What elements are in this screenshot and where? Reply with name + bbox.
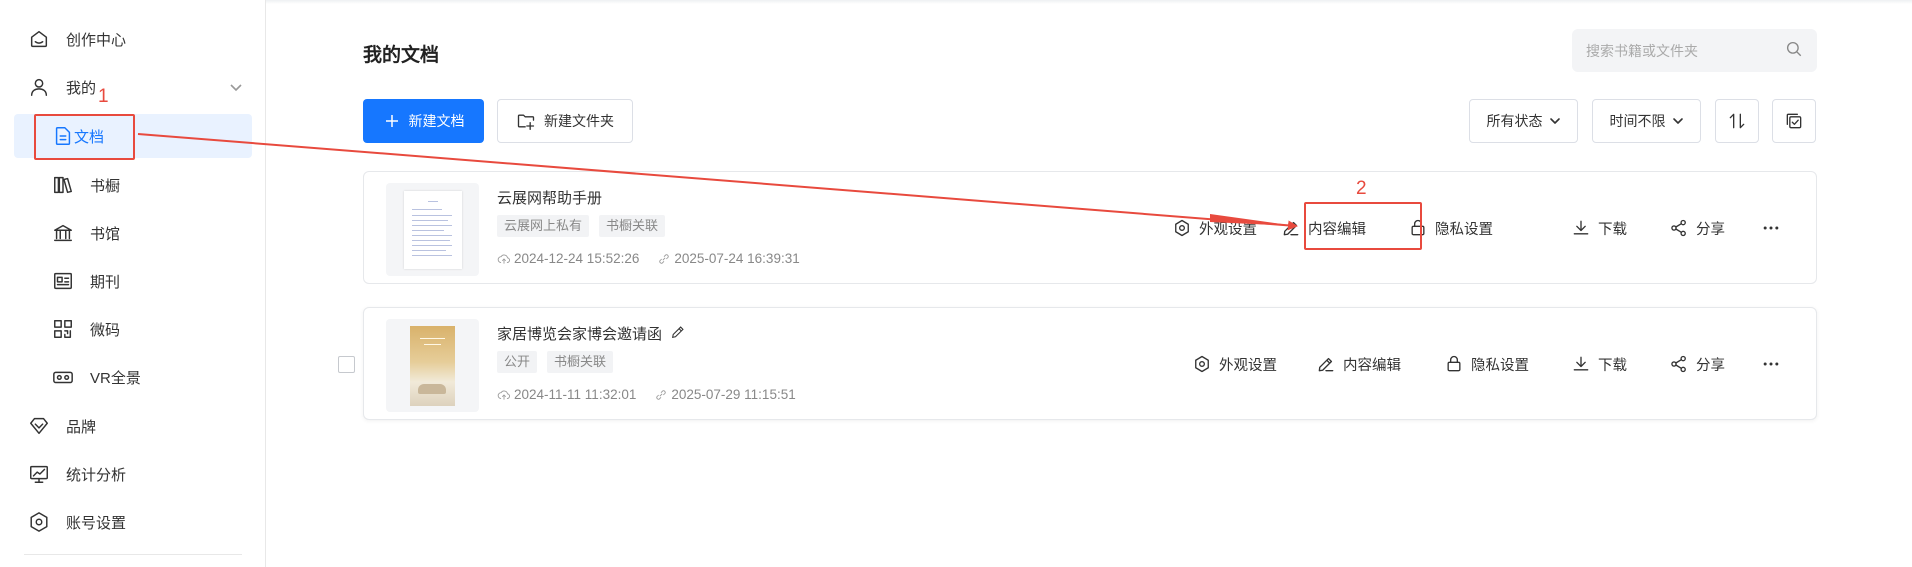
sidebar-item-label: 统计分析 (66, 466, 127, 484)
chevron-up-icon[interactable] (228, 79, 244, 95)
sidebar-item-journal[interactable]: 期刊 (0, 259, 266, 303)
hexagon-settings-icon (1175, 219, 1189, 237)
sidebar-item-mine[interactable]: 我的 (0, 65, 266, 109)
content-edit-label: 内容编辑 (1343, 357, 1401, 374)
annotation-number-step2: 2 (1356, 178, 1367, 199)
sidebar-item-brand[interactable]: 品牌 (0, 404, 266, 448)
sidebar-item-label: 账号设置 (66, 514, 127, 532)
batch-select-button[interactable] (1772, 99, 1816, 143)
edit-icon (1283, 221, 1299, 236)
journal-icon (52, 270, 74, 292)
sidebar-item-label: 我的 (66, 79, 97, 97)
annotation-number-step1: 1 (98, 86, 109, 107)
sidebar-item-microcode[interactable]: 微码 (0, 307, 266, 351)
sidebar-divider (24, 554, 242, 555)
vr-icon (52, 366, 74, 388)
appearance-settings-button[interactable]: 外观设置 (1192, 351, 1277, 377)
download-icon (1573, 220, 1589, 235)
document-actions: 外观设置 内容编辑 隐私设置 下载 分享 (364, 308, 1818, 421)
chevron-down-icon (1549, 118, 1560, 124)
status-filter-value: 所有状态 (1486, 113, 1543, 129)
appearance-settings-label: 外观设置 (1199, 221, 1257, 238)
chevron-down-icon (1672, 118, 1683, 124)
time-filter-select[interactable]: 时间不限 (1592, 99, 1701, 143)
download-button[interactable]: 下载 (1571, 215, 1627, 241)
privacy-settings-button[interactable]: 隐私设置 (1444, 351, 1529, 377)
appearance-settings-button[interactable]: 外观设置 (1172, 215, 1257, 241)
sidebar: 创作中心 我的 文档 书橱 书馆 期刊 微码 VR全景 品牌 统计分析 账号设置 (0, 0, 266, 567)
page-title: 我的文档 (363, 45, 440, 66)
library-icon (52, 222, 74, 244)
plus-icon (385, 115, 398, 127)
share-button[interactable]: 分享 (1669, 215, 1725, 241)
new-folder-label: 新建文件夹 (544, 113, 614, 129)
sidebar-item-creation-center[interactable]: 创作中心 (0, 17, 266, 61)
privacy-settings-label: 隐私设置 (1435, 221, 1493, 238)
share-icon (1671, 355, 1686, 373)
time-filter-value: 时间不限 (1609, 113, 1666, 129)
new-folder-button[interactable]: 新建文件夹 (497, 99, 633, 143)
folder-add-icon (517, 114, 535, 130)
search-icon[interactable] (1785, 40, 1803, 61)
settings-icon (28, 511, 50, 533)
search-input[interactable] (1586, 42, 1785, 59)
sidebar-item-label: VR全景 (90, 369, 141, 387)
user-icon (28, 76, 50, 98)
more-icon (1763, 362, 1779, 366)
lock-icon (1447, 355, 1461, 372)
download-label: 下载 (1598, 357, 1627, 374)
sidebar-item-label: 书馆 (90, 225, 121, 243)
new-document-label: 新建文档 (408, 113, 465, 129)
sidebar-item-account-settings[interactable]: 账号设置 (0, 500, 266, 544)
sidebar-item-statistics[interactable]: 统计分析 (0, 452, 266, 496)
sidebar-item-label: 创作中心 (66, 31, 127, 49)
hexagon-settings-icon (1195, 355, 1209, 373)
sidebar-item-label: 书橱 (90, 177, 121, 195)
row-checkbox[interactable] (338, 356, 355, 373)
qrcode-icon (52, 318, 74, 340)
more-button[interactable] (1759, 351, 1783, 377)
sidebar-item-label: 微码 (90, 321, 121, 339)
sort-button[interactable] (1715, 99, 1759, 143)
download-label: 下载 (1598, 221, 1627, 238)
chart-icon (28, 463, 50, 485)
sidebar-item-vr[interactable]: VR全景 (0, 355, 266, 399)
sort-icon (1729, 113, 1745, 129)
search-box[interactable] (1572, 29, 1817, 72)
privacy-settings-label: 隐私设置 (1471, 357, 1529, 374)
status-filter-select[interactable]: 所有状态 (1469, 99, 1578, 143)
annotation-box-step1 (34, 114, 135, 160)
share-icon (1671, 219, 1686, 237)
batch-check-icon (1786, 113, 1802, 129)
bookshelf-icon (52, 174, 74, 196)
content-edit-button[interactable]: 内容编辑 (1316, 351, 1401, 377)
more-button[interactable] (1759, 215, 1783, 241)
document-card[interactable]: 云展网帮助手册 云展网上私有 书橱关联 2024-12-24 15:52:26 … (363, 171, 1817, 284)
annotation-box-step2 (1304, 202, 1422, 250)
more-icon (1763, 226, 1779, 230)
sidebar-item-label: 品牌 (66, 418, 97, 436)
home-icon (28, 28, 50, 50)
share-label: 分享 (1696, 357, 1725, 374)
brand-icon (28, 415, 50, 437)
download-icon (1573, 356, 1589, 371)
new-document-button[interactable]: 新建文档 (363, 99, 484, 143)
appearance-settings-label: 外观设置 (1219, 357, 1277, 374)
document-card[interactable]: 家居博览会家博会邀请函 公开 书橱关联 2024-11-11 11:32:01 … (363, 307, 1817, 420)
top-bar-edge (266, 0, 1912, 4)
download-button[interactable]: 下载 (1571, 351, 1627, 377)
sidebar-item-bookshelf[interactable]: 书橱 (0, 163, 266, 207)
share-label: 分享 (1696, 221, 1725, 238)
sidebar-item-library[interactable]: 书馆 (0, 211, 266, 255)
edit-icon (1318, 357, 1334, 372)
sidebar-item-label: 期刊 (90, 273, 121, 291)
document-actions: 外观设置 内容编辑 隐私设置 下载 分享 (364, 172, 1818, 285)
share-button[interactable]: 分享 (1669, 351, 1725, 377)
